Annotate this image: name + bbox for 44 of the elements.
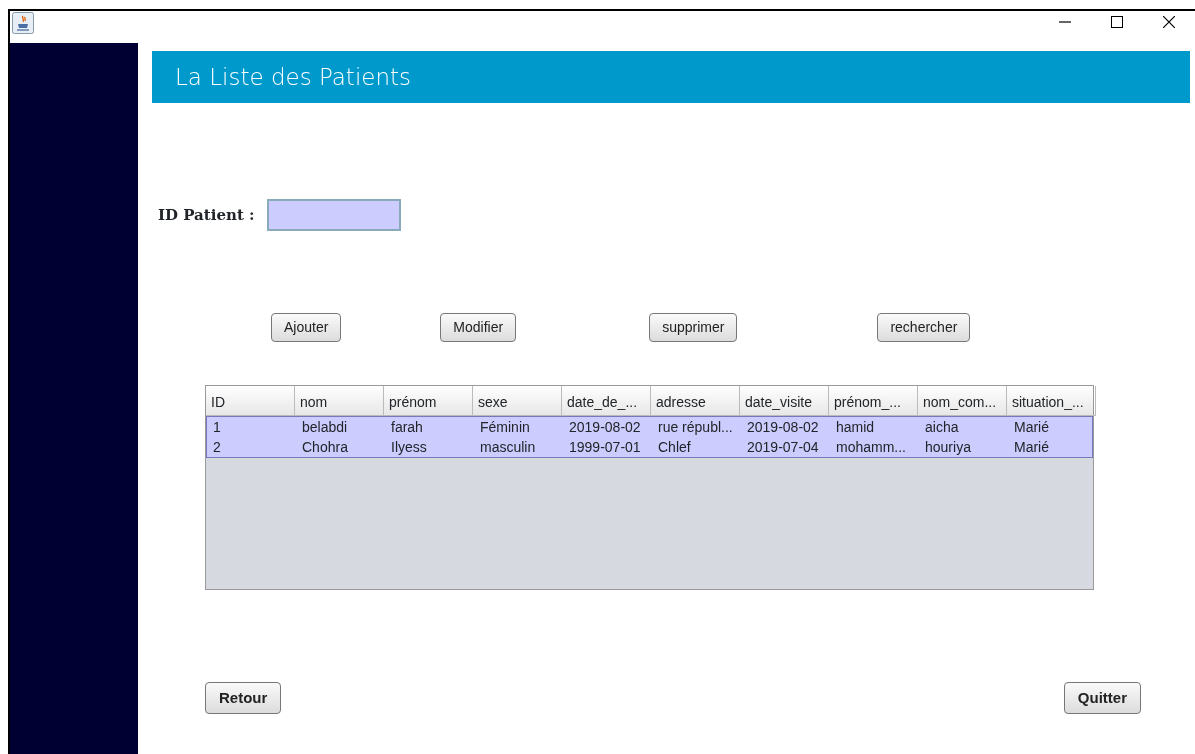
table-cell-text: 1999-07-01 [568,438,642,457]
column-header[interactable]: prénom [384,386,473,416]
maximize-icon[interactable] [1111,16,1123,28]
table-cell-text: Féminin [479,418,531,437]
table-cell-text: houriya [924,438,972,457]
field-label: ID Patient : [158,204,255,226]
table-cell-text: farah [390,418,424,437]
app-icon [12,12,34,34]
column-header[interactable]: nom_com... [918,386,1007,416]
column-header[interactable]: date_visite [740,386,829,416]
table-cell-text: Marié [1013,438,1050,457]
table-cell-text: hamid [835,418,876,437]
table-cell-text: Chohra [301,438,349,457]
table-cell-text: rue républ... [657,418,734,437]
table-cell-text: 2 [212,438,222,457]
table-cell-text: 2019-08-02 [746,418,820,437]
table-cell-text: 2019-07-04 [746,438,820,457]
table-row[interactable]: 1 belabdi farah Féminin 2019-08-02 rue républ... 2019-08-02 hamid aicha Marié [207,417,1092,437]
column-header[interactable]: sexe [473,386,562,416]
column-header[interactable]: date_de_... [562,386,651,416]
table-cell-text: belabdi [301,418,349,437]
column-header[interactable]: nom [295,386,384,416]
table-cell-text: Chlef [657,438,692,457]
table-cell-text: aicha [924,418,960,437]
action-button[interactable]: supprimer [649,313,738,342]
table-cell-text: masculin [479,438,537,457]
action-button[interactable]: Quitter [1063,682,1141,714]
table-row[interactable]: 2 Chohra Ilyess masculin 1999-07-01 Chlef 2019-07-04 mohamm... houriya Marié [207,437,1092,457]
table-cell-text: 2019-08-02 [568,418,642,437]
column-header[interactable]: ID [206,386,295,416]
column-header[interactable]: adresse [651,386,740,416]
action-button[interactable]: Ajouter [271,313,342,342]
table-cell-text: 1 [212,418,222,437]
action-button[interactable]: Retour [205,682,282,714]
input-field[interactable] [266,199,401,231]
table-cell-text: Marié [1013,418,1050,437]
column-header[interactable]: prénom_... [829,386,918,416]
page-title: La Liste des Patients [175,62,411,92]
table-cell-text: mohamm... [835,438,907,457]
action-button[interactable]: rechercher [877,313,971,342]
action-button[interactable]: Modifier [440,313,517,342]
column-header[interactable]: situation_... [1007,386,1096,416]
close-icon[interactable] [1163,16,1175,28]
table-cell-text: Ilyess [390,438,428,457]
